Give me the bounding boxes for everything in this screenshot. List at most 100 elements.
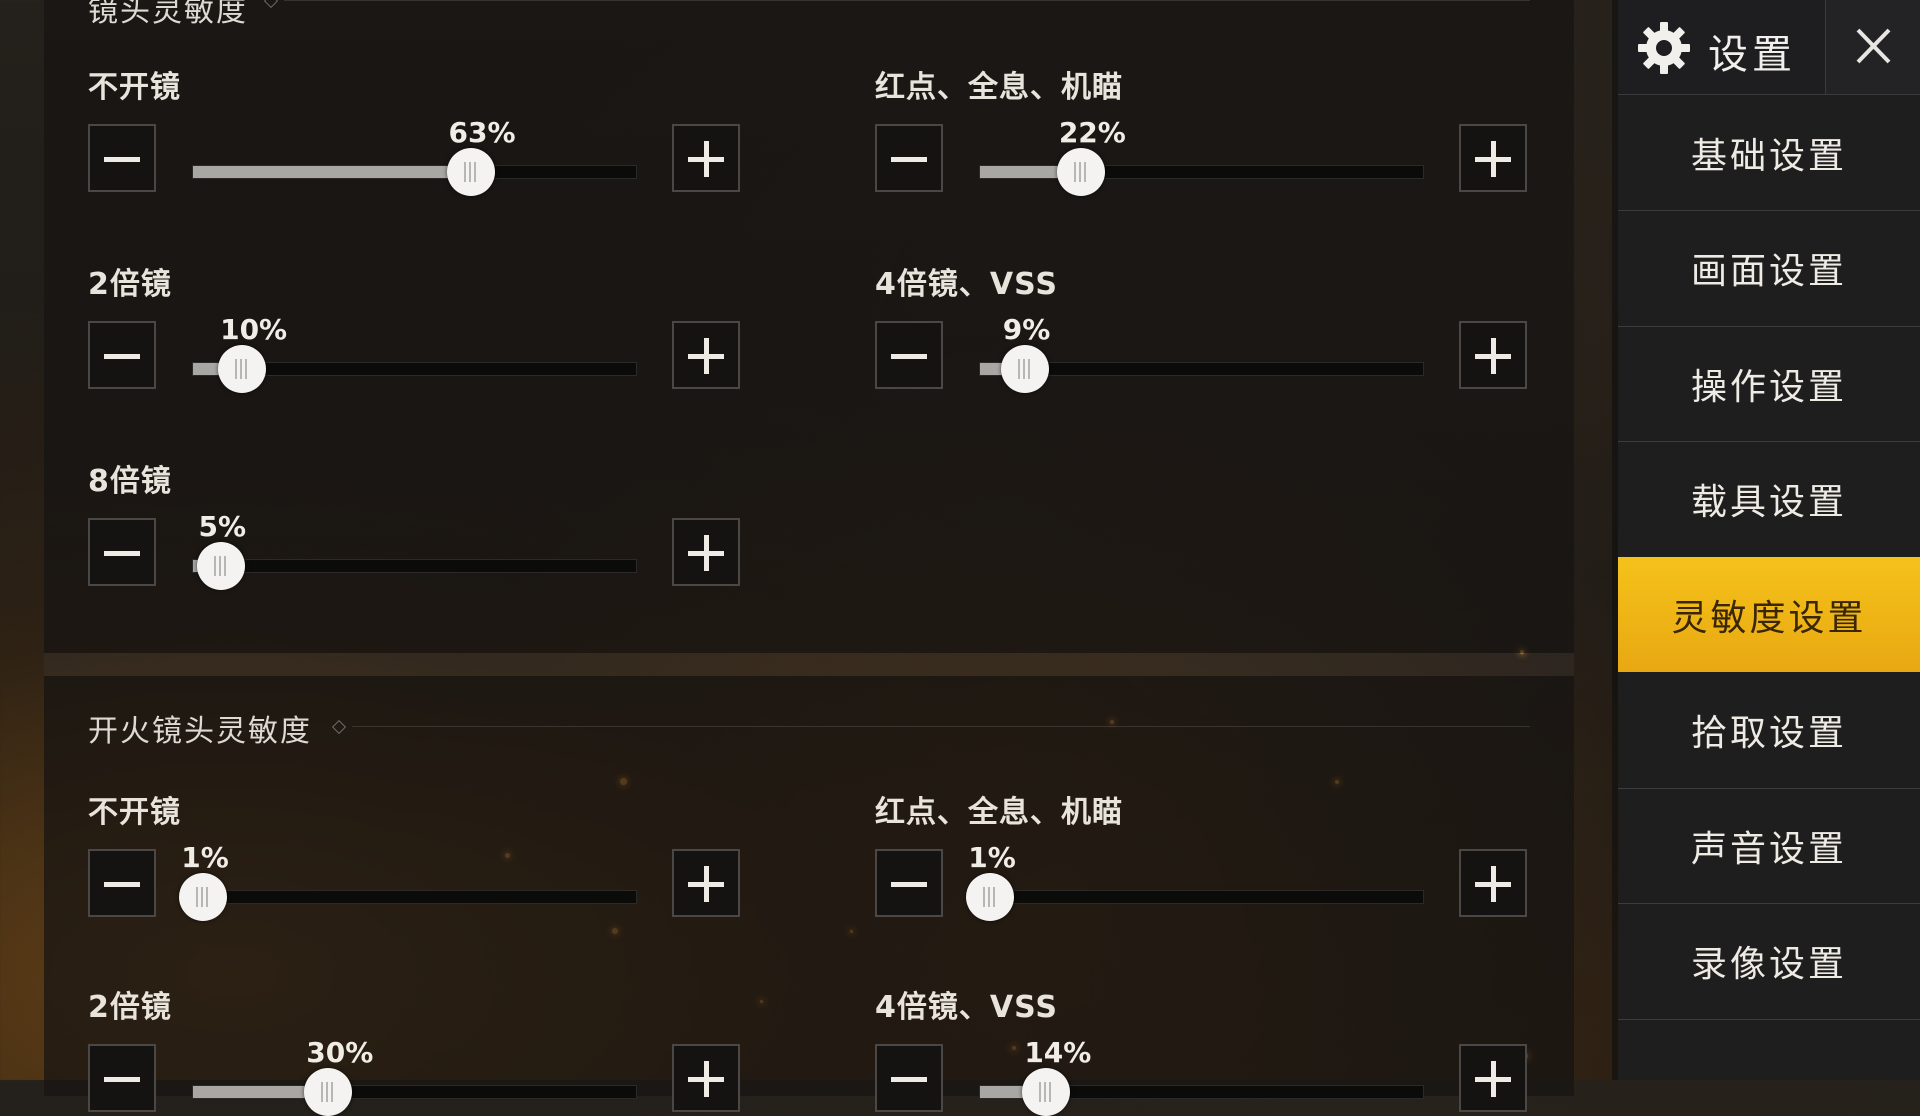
sensitivity-value: 5% [198, 510, 247, 543]
sensitivity-value: 63% [448, 116, 516, 149]
knob-grip-line [993, 887, 996, 907]
panel-divider [44, 653, 1574, 676]
decrease-button[interactable] [88, 124, 156, 192]
sidebar-item-label: 录像设置 [1690, 944, 1847, 985]
decrease-button[interactable] [875, 1044, 943, 1112]
minus-icon [104, 551, 140, 556]
sensitivity-slider-knob[interactable] [179, 873, 228, 921]
decrease-button[interactable] [875, 849, 943, 917]
increase-button[interactable] [1459, 1044, 1527, 1112]
sidebar-item[interactable]: 拾取设置 [1618, 673, 1920, 789]
plus-icon [1491, 1061, 1496, 1097]
setting-label: 2倍镜 [88, 990, 172, 1025]
close-icon [1856, 28, 1891, 64]
setting-label: 不开镜 [88, 795, 181, 830]
plus-icon [1491, 866, 1496, 902]
sensitivity-slider-track[interactable] [192, 1085, 637, 1099]
knob-grip-line [463, 162, 466, 182]
plus-icon [1491, 338, 1496, 374]
sensitivity-slider-knob[interactable] [1022, 1068, 1071, 1116]
sensitivity-slider-knob[interactable] [1000, 345, 1049, 393]
knob-grip-line [1073, 162, 1076, 182]
increase-button[interactable] [672, 321, 740, 389]
sensitivity-slider-track[interactable] [979, 890, 1424, 904]
sensitivity-slider-fill [193, 166, 474, 178]
section-title-line [352, 726, 1530, 727]
knob-grip-line [223, 556, 226, 576]
sidebar-item-label: 灵敏度设置 [1671, 597, 1867, 639]
setting-label: 红点、全息、机瞄 [875, 70, 1123, 105]
setting-label: 8倍镜 [88, 464, 172, 499]
sensitivity-value: 9% [1002, 313, 1051, 346]
plus-icon [1491, 141, 1496, 177]
sidebar-item-label: 基础设置 [1690, 135, 1847, 177]
increase-button[interactable] [1459, 321, 1527, 389]
knob-grip-line [1078, 162, 1081, 182]
knob-grip-line [245, 359, 248, 379]
minus-icon [104, 157, 140, 162]
knob-grip-line [218, 556, 221, 576]
increase-button[interactable] [672, 1044, 740, 1112]
sidebar-item[interactable]: 载具设置 [1618, 442, 1920, 558]
sensitivity-slider-knob[interactable] [1056, 148, 1105, 196]
sidebar-item[interactable]: 操作设置 [1618, 326, 1920, 442]
knob-grip-line [468, 162, 471, 182]
decrease-button[interactable] [88, 849, 156, 917]
minus-icon [891, 882, 927, 887]
sidebar-item-label: 操作设置 [1690, 366, 1847, 408]
minus-icon [104, 882, 140, 887]
sensitivity-slider-knob[interactable] [196, 542, 245, 590]
sidebar-item-label: 画面设置 [1690, 251, 1847, 292]
plus-icon [704, 1061, 709, 1097]
sidebar-item[interactable]: 声音设置 [1618, 788, 1920, 904]
knob-grip-line [213, 556, 216, 576]
knob-grip-line [1044, 1082, 1047, 1102]
sidebar-item[interactable]: 录像设置 [1618, 904, 1920, 1020]
setting-label: 4倍镜、VSS [875, 267, 1058, 302]
increase-button[interactable] [672, 518, 740, 586]
sidebar-item[interactable]: 基础设置 [1618, 95, 1920, 211]
sidebar-header: 设置 [1618, 0, 1920, 95]
plus-icon [704, 866, 709, 902]
decrease-button[interactable] [875, 124, 943, 192]
knob-grip-line [1049, 1082, 1052, 1102]
increase-button[interactable] [672, 849, 740, 917]
sidebar-item[interactable]: 画面设置 [1618, 211, 1920, 327]
section-title-camera-sensitivity: 镜头灵敏度 [88, 0, 248, 29]
sensitivity-slider-knob[interactable] [966, 873, 1015, 921]
decrease-button[interactable] [88, 1044, 156, 1112]
setting-label: 2倍镜 [88, 267, 172, 302]
sensitivity-slider-track[interactable] [192, 559, 637, 573]
decrease-button[interactable] [88, 321, 156, 389]
decrease-button[interactable] [875, 321, 943, 389]
sensitivity-slider-track[interactable] [192, 890, 637, 904]
sensitivity-slider-track[interactable] [192, 165, 637, 179]
close-button[interactable] [1825, 0, 1920, 94]
sensitivity-slider-track[interactable] [979, 165, 1424, 179]
increase-button[interactable] [1459, 124, 1527, 192]
knob-grip-line [240, 359, 243, 379]
increase-button[interactable] [672, 124, 740, 192]
knob-grip-line [235, 359, 238, 379]
decrease-button[interactable] [88, 518, 156, 586]
knob-grip-line [988, 887, 991, 907]
sensitivity-slider-knob[interactable] [304, 1068, 353, 1116]
sidebar-item[interactable]: 灵敏度设置 [1618, 557, 1920, 672]
setting-label: 红点、全息、机瞄 [875, 795, 1123, 830]
section-title-line [284, 0, 1530, 1]
knob-grip-line [1017, 359, 1020, 379]
knob-grip-line [196, 887, 199, 907]
sensitivity-value: 10% [220, 313, 288, 346]
settings-title: 设置 [1708, 32, 1796, 78]
plus-icon [704, 338, 709, 374]
knob-grip-line [331, 1082, 334, 1102]
knob-grip-line [206, 887, 209, 907]
sensitivity-slider-knob[interactable] [446, 148, 495, 196]
sensitivity-value: 1% [968, 841, 1016, 874]
sensitivity-value: 22% [1058, 116, 1126, 149]
section-title-fire-sensitivity: 开火镜头灵敏度 [88, 714, 312, 749]
increase-button[interactable] [1459, 849, 1527, 917]
settings-sidebar: 设置 基础设置画面设置操作设置载具设置灵敏度设置拾取设置 声音设置录像设置 [1618, 0, 1920, 1080]
knob-grip-line [1027, 359, 1030, 379]
sensitivity-slider-knob[interactable] [218, 345, 267, 393]
